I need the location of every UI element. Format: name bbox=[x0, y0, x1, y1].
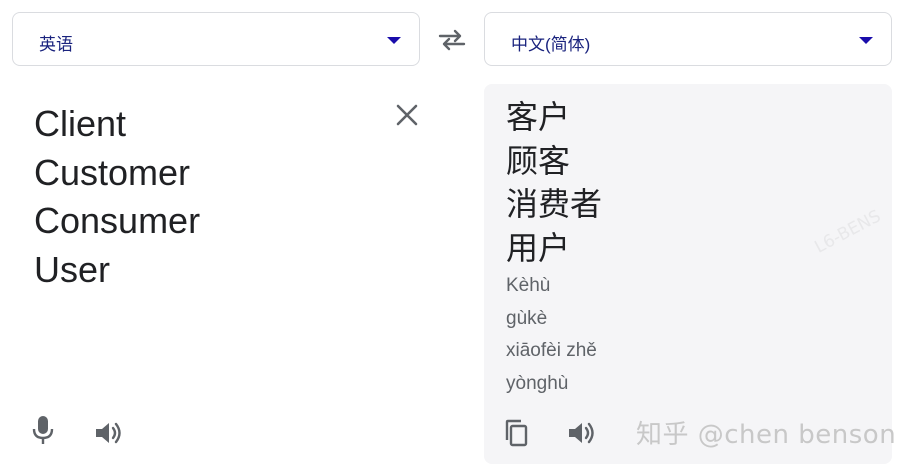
pinyin-line: gùkè bbox=[506, 307, 548, 329]
speaker-icon[interactable] bbox=[93, 419, 123, 447]
close-icon[interactable] bbox=[394, 102, 420, 128]
translation-panel: 客户 顾客 消费者 用户 Kèhù gùkè xiāofèi zhě yòngh… bbox=[484, 84, 892, 464]
target-language-label: 中文(简体) bbox=[511, 35, 591, 54]
copy-icon[interactable] bbox=[502, 418, 530, 448]
mic-icon[interactable] bbox=[30, 414, 56, 446]
watermark: 知乎 @chen benson bbox=[636, 420, 897, 450]
translated-word: 顾客 bbox=[506, 141, 571, 180]
pinyin-line: Kèhù bbox=[506, 275, 551, 296]
source-word: Customer bbox=[34, 151, 191, 193]
swap-arrows-icon[interactable] bbox=[436, 24, 468, 56]
source-language-select[interactable]: 英语 bbox=[12, 12, 420, 66]
chevron-down-icon bbox=[387, 37, 401, 44]
source-word: Consumer bbox=[34, 200, 201, 241]
pinyin-line: yònghù bbox=[506, 372, 569, 394]
source-text[interactable]: Client Customer Consumer User bbox=[34, 100, 200, 294]
source-word: User bbox=[34, 248, 111, 290]
translated-word: 用户 bbox=[506, 228, 571, 267]
translated-word: 消费者 bbox=[506, 185, 603, 223]
romanization: Kèhù gùkè xiāofèi zhě yònghù bbox=[506, 270, 597, 400]
target-language-select[interactable]: 中文(简体) bbox=[484, 12, 892, 66]
source-word: Client bbox=[34, 103, 127, 144]
speaker-icon[interactable] bbox=[566, 419, 596, 447]
source-language-label: 英语 bbox=[39, 35, 73, 54]
translation-text: 客户 顾客 消费者 用户 bbox=[506, 96, 602, 270]
translated-word: 客户 bbox=[506, 98, 571, 136]
chevron-down-icon bbox=[859, 37, 873, 44]
pinyin-line: xiāofèi zhě bbox=[506, 340, 597, 361]
